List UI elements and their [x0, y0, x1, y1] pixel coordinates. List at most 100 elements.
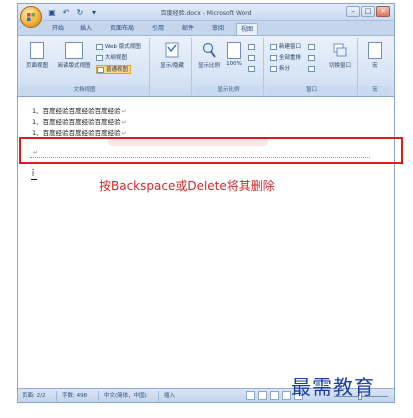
- side-by-side-icon: [308, 43, 315, 50]
- group-zoom: 显示比例 100% 显示比例: [194, 38, 264, 95]
- new-window-label: 新建窗口: [279, 44, 302, 50]
- reset-window-icon: [308, 65, 315, 72]
- web-layout-icon: [96, 43, 103, 50]
- macros-button[interactable]: 宏: [363, 42, 387, 69]
- magnifier-icon: [202, 42, 216, 58]
- full-screen-reading-label: 阅读版式视图: [57, 63, 91, 69]
- tab-insert[interactable]: 插入: [76, 23, 96, 35]
- web-layout-label: Web 版式视图: [105, 44, 141, 50]
- document-line[interactable]: 1、百度经验百度经验百度经验↵: [32, 105, 127, 115]
- outline-icon: [96, 54, 103, 61]
- outline-label: 大纲视图: [105, 55, 128, 61]
- zoom-button[interactable]: 显示比例: [196, 42, 222, 69]
- office-button[interactable]: [20, 6, 42, 28]
- close-button[interactable]: ×: [376, 6, 390, 17]
- two-pages-icon: [248, 54, 255, 61]
- arrange-all-label: 全部重排: [279, 55, 302, 61]
- show-hide-button[interactable]: 显示/隐藏: [156, 42, 188, 69]
- text-cursor-icon: Ī: [32, 170, 35, 178]
- arrange-all-icon: [270, 54, 277, 61]
- document-line[interactable]: 1、百度经验百度经验百度经验↵: [32, 127, 127, 137]
- switch-windows-button[interactable]: 切换窗口: [324, 42, 356, 69]
- draft-button[interactable]: 普通视图: [96, 65, 132, 74]
- word-window: ▣ ↶ ↻ ▾ 百度经验.docx - Microsoft Word – □ ×…: [17, 3, 395, 403]
- tab-view[interactable]: 视图: [236, 23, 258, 35]
- web-layout-button[interactable]: Web 版式视图: [96, 43, 141, 52]
- window-controls: – □ ×: [346, 6, 390, 17]
- ribbon-tabs: 开始 插入 页面布局 引用 邮件 审阅 视图: [18, 21, 394, 35]
- zoom-100-icon: [227, 42, 241, 59]
- cursor-underline: [31, 179, 37, 180]
- split-icon: [270, 65, 277, 72]
- view-reading-icon[interactable]: [258, 391, 267, 400]
- split-button[interactable]: 拆分: [270, 65, 290, 74]
- document-line-text: 1、百度经验百度经验百度经验: [32, 129, 121, 137]
- show-hide-label: 显示/隐藏: [160, 63, 184, 69]
- switch-windows-label: 切换窗口: [328, 63, 351, 69]
- outline-button[interactable]: 大纲视图: [96, 54, 127, 63]
- reset-window-button[interactable]: [308, 65, 317, 74]
- view-outline-icon[interactable]: [282, 391, 291, 400]
- draft-icon: [97, 66, 104, 73]
- status-page[interactable]: 页面: 2/2: [22, 391, 45, 401]
- view-web-icon[interactable]: [270, 391, 279, 400]
- page-width-icon: [248, 65, 255, 72]
- macros-icon: [368, 42, 382, 59]
- office-logo-icon: [27, 13, 36, 22]
- zoom-100-button[interactable]: 100%: [224, 42, 244, 67]
- show-hide-icon: [165, 42, 179, 58]
- sync-scroll-icon: [308, 54, 315, 61]
- full-screen-reading-button[interactable]: 阅读版式视图: [54, 42, 94, 69]
- split-label: 拆分: [279, 66, 291, 72]
- view-side-by-side-button[interactable]: [308, 43, 317, 52]
- zoom-100-label: 100%: [226, 61, 242, 67]
- new-window-icon: [270, 43, 277, 50]
- tab-mailings[interactable]: 邮件: [178, 23, 198, 35]
- macros-group-label: 宏: [360, 86, 390, 95]
- document-line[interactable]: 1、百度经验百度经验百度经验↵: [32, 116, 127, 126]
- view-print-layout-icon[interactable]: [246, 391, 255, 400]
- draft-label: 普通视图: [106, 67, 129, 73]
- arrange-all-button[interactable]: 全部重排: [270, 54, 301, 63]
- status-insert-mode[interactable]: 插入: [164, 391, 175, 401]
- paragraph-mark-icon: ↵: [121, 130, 127, 137]
- group-show-hide: 显示/隐藏: [152, 38, 192, 95]
- print-layout-icon: [30, 42, 44, 59]
- paragraph-mark-icon: ↵: [121, 119, 127, 126]
- tab-home[interactable]: 开始: [48, 23, 68, 35]
- one-page-button[interactable]: [248, 43, 257, 52]
- print-layout-label: 页面视图: [25, 63, 48, 69]
- zoom-group-label: 显示比例: [194, 86, 263, 95]
- document-views-group-label: 文档视图: [20, 86, 149, 95]
- tab-references[interactable]: 引用: [148, 23, 168, 35]
- page-width-button[interactable]: [248, 65, 257, 74]
- full-screen-reading-icon: [65, 42, 83, 59]
- document-line-text: 1、百度经验百度经验百度经验: [32, 107, 121, 115]
- two-pages-button[interactable]: [248, 54, 257, 63]
- window-group-label: 窗口: [266, 86, 357, 95]
- group-window: 新建窗口 全部重排 拆分 切换窗口 窗口: [266, 38, 358, 95]
- zoom-label: 显示比例: [197, 63, 220, 69]
- brand-watermark: 最需教育: [291, 375, 375, 399]
- status-words[interactable]: 字数: 498: [62, 391, 87, 401]
- tab-review[interactable]: 审阅: [208, 23, 228, 35]
- maximize-button[interactable]: □: [361, 6, 375, 17]
- new-window-button[interactable]: 新建窗口: [270, 43, 301, 52]
- sync-scroll-button[interactable]: [308, 54, 317, 63]
- status-language[interactable]: 中文(简体，中国): [104, 391, 147, 401]
- group-macros: 宏 宏: [360, 38, 390, 95]
- paragraph-mark-icon: ↵: [121, 108, 127, 115]
- window-title: 百度经验.docx - Microsoft Word: [160, 10, 252, 17]
- one-page-icon: [248, 43, 255, 50]
- tab-page-layout[interactable]: 页面布局: [106, 23, 138, 35]
- annotation-text: 按Backspace或Delete将其删除: [99, 179, 275, 193]
- screenshot-frame: ▣ ↶ ↻ ▾ 百度经验.docx - Microsoft Word – □ ×…: [0, 0, 413, 418]
- minimize-button[interactable]: –: [346, 6, 360, 17]
- print-layout-button[interactable]: 页面视图: [24, 42, 50, 69]
- document-line-text: 1、百度经验百度经验百度经验: [32, 118, 121, 126]
- highlight-box: [19, 137, 403, 164]
- title-bar: ▣ ↶ ↻ ▾ 百度经验.docx - Microsoft Word – □ ×: [18, 4, 394, 21]
- group-document-views: 页面视图 阅读版式视图 Web 版式视图 大纲视图 普通视图 文档视图: [20, 38, 150, 95]
- ribbon: 页面视图 阅读版式视图 Web 版式视图 大纲视图 普通视图 文档视图 显示/隐…: [18, 35, 394, 97]
- switch-windows-icon: [333, 43, 347, 57]
